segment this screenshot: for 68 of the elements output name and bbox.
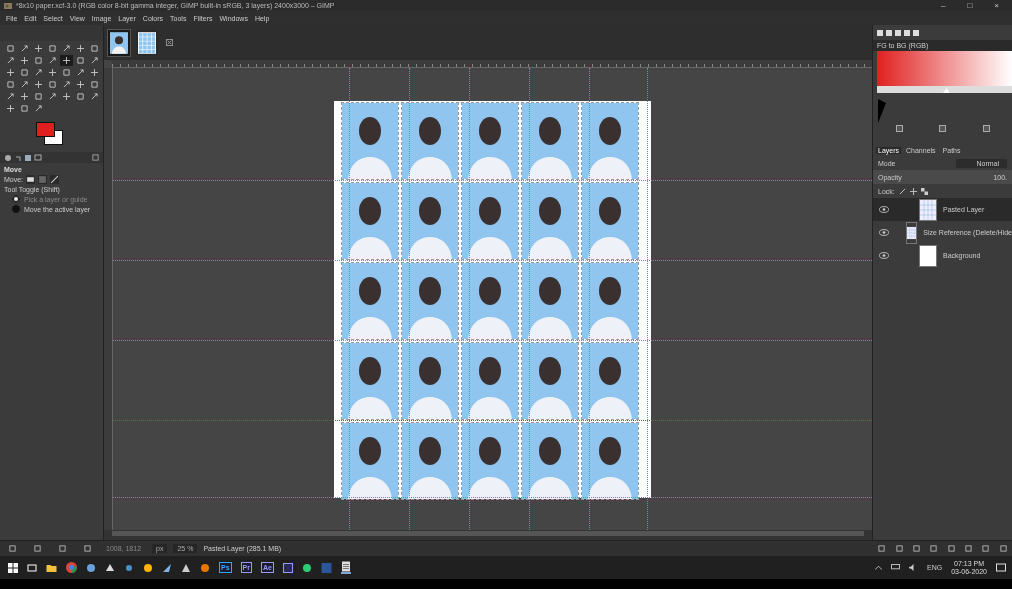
layer-action-icon[interactable]	[895, 545, 903, 552]
toolbox-action-icon[interactable]	[9, 545, 16, 552]
folder-icon[interactable]	[46, 562, 57, 573]
panel-button-icon[interactable]	[939, 125, 947, 132]
panel-button-icon[interactable]	[896, 125, 904, 132]
tool-icon[interactable]	[74, 43, 87, 54]
app-icon[interactable]	[86, 562, 96, 573]
tool-icon[interactable]	[18, 55, 31, 66]
tool-icon[interactable]	[46, 67, 59, 78]
network-icon[interactable]	[891, 564, 900, 571]
radio-button[interactable]	[12, 195, 20, 203]
layer-action-icon[interactable]	[965, 545, 973, 552]
eye-icon[interactable]	[879, 229, 889, 236]
device-tab-icon[interactable]	[34, 153, 42, 162]
caret-up-icon[interactable]	[875, 565, 882, 570]
move-icon[interactable]	[909, 187, 917, 195]
color-swatches[interactable]	[36, 120, 63, 145]
tool-icon[interactable]	[4, 67, 17, 78]
images-tab-icon[interactable]	[24, 153, 32, 162]
layer-thumbnail	[905, 221, 918, 244]
toolbox-action-icon[interactable]	[84, 545, 91, 552]
tool-icon[interactable]	[4, 103, 17, 114]
notification-icon[interactable]	[996, 562, 1006, 573]
panel-menu-icon[interactable]	[92, 154, 99, 161]
brush-icon[interactable]	[898, 187, 906, 195]
app-icon[interactable]	[200, 562, 210, 573]
tool-icon[interactable]	[60, 55, 73, 66]
app-icon[interactable]	[143, 562, 153, 573]
tool-icon[interactable]	[88, 67, 101, 78]
close-icon[interactable]	[166, 39, 173, 46]
browser-icon[interactable]	[66, 562, 77, 573]
tool-icon[interactable]	[60, 91, 73, 102]
layer-mode-icon[interactable]	[26, 175, 36, 184]
app-icon[interactable]	[105, 562, 115, 573]
window-control-button[interactable]: ×	[985, 0, 1008, 11]
layer-thumbnail	[919, 244, 937, 267]
eye-icon[interactable]	[879, 206, 889, 213]
app-icon[interactable]	[301, 562, 312, 573]
panel-button-icon[interactable]	[982, 125, 990, 132]
toolbox-action-icon[interactable]	[34, 545, 41, 552]
task-view-icon[interactable]	[27, 562, 37, 573]
tool-options-tab-icon[interactable]	[4, 153, 12, 162]
image-tab[interactable]	[108, 29, 130, 56]
layer-action-icon[interactable]	[982, 545, 990, 552]
window-control-button[interactable]: –	[932, 0, 955, 11]
gradient-editor-icon	[878, 99, 886, 123]
window-control-button[interactable]: □	[958, 0, 982, 11]
image-tab[interactable]	[136, 29, 158, 56]
layer-action-icon[interactable]	[947, 545, 955, 552]
layer-action-icon[interactable]	[930, 545, 938, 552]
layer-action-icon[interactable]	[912, 545, 920, 552]
tool-icon[interactable]	[32, 43, 45, 54]
tool-icon[interactable]	[74, 79, 87, 90]
path-mode-icon[interactable]	[50, 175, 60, 184]
midpoint-slider-icon[interactable]	[943, 88, 950, 93]
app-icon[interactable]	[282, 562, 293, 573]
toolbox-action-icon[interactable]	[59, 545, 66, 552]
layer-action-icon[interactable]	[999, 545, 1007, 552]
radio-button[interactable]	[12, 205, 20, 213]
app-icon[interactable]	[181, 562, 191, 573]
tool-icon[interactable]	[18, 91, 31, 102]
app-icon[interactable]	[162, 562, 172, 573]
layer-thumbnail	[919, 198, 937, 221]
layer-action-icon[interactable]	[878, 545, 886, 552]
undo-tab-icon[interactable]	[14, 153, 22, 162]
eye-icon[interactable]	[879, 252, 889, 259]
checkerboard-icon[interactable]	[920, 187, 928, 195]
tool-icon[interactable]	[32, 79, 45, 90]
